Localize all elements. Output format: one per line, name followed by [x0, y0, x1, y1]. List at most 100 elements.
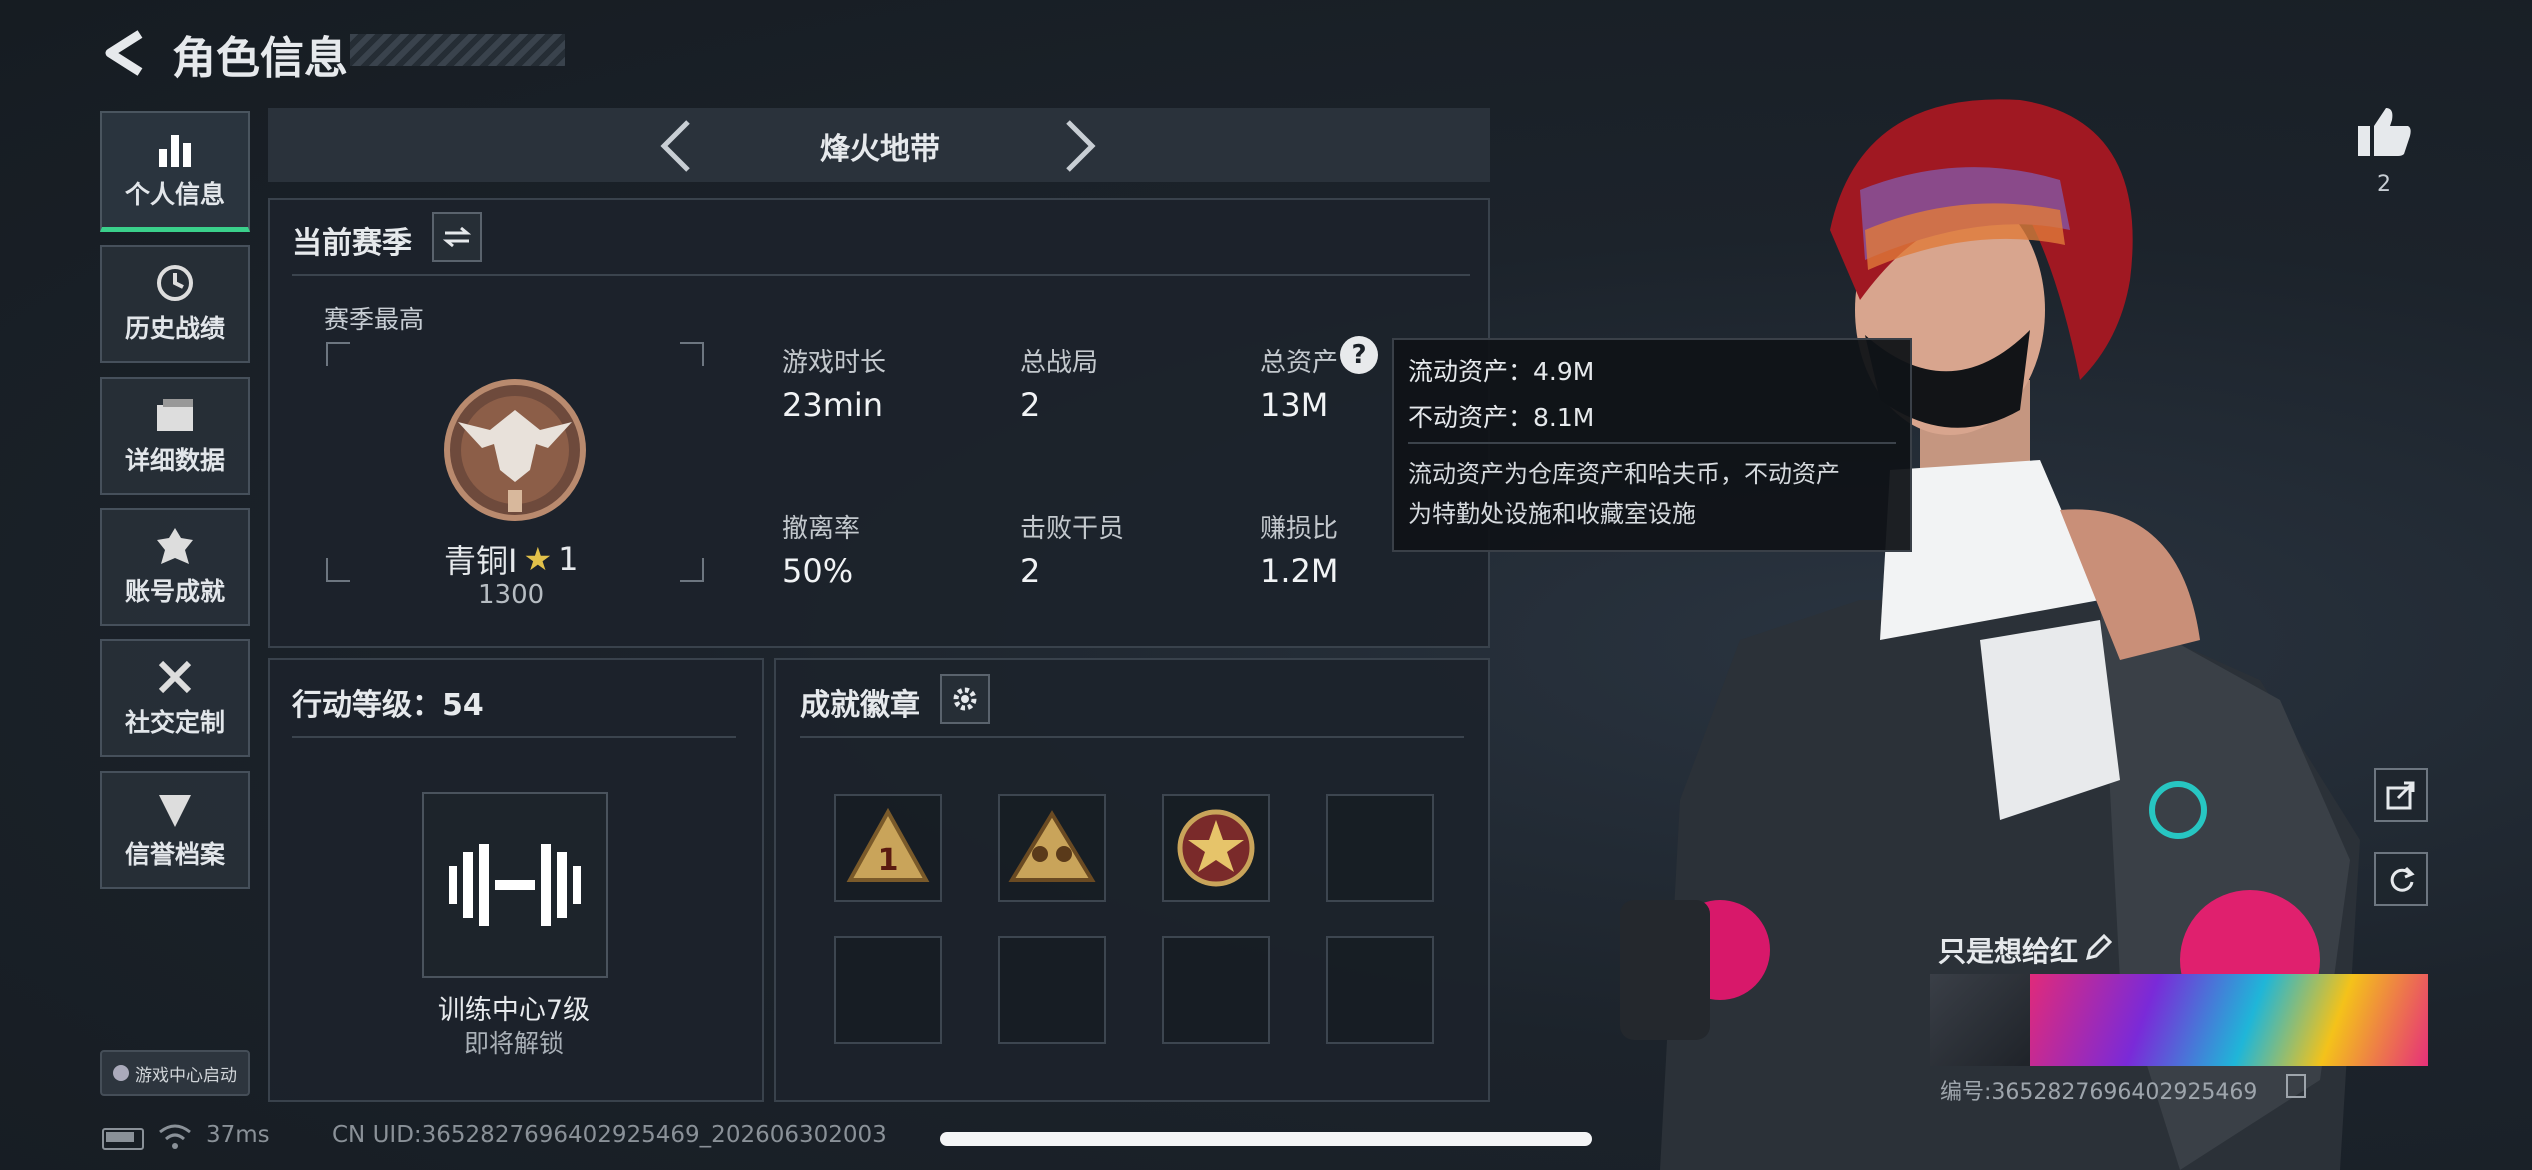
badge-slot[interactable] [998, 794, 1106, 902]
stat-value: 2 [1020, 552, 1041, 590]
achievement-icon [157, 528, 193, 564]
rank-name: 青铜I [444, 542, 518, 580]
sidebar-item-credit[interactable]: 信誉档案 [100, 771, 250, 889]
badge-slot-empty[interactable] [834, 936, 942, 1044]
player-id: 编号:3652827696402925469 [1940, 1080, 2258, 1105]
divider [800, 736, 1464, 738]
bronze-rank-emblem-icon [444, 379, 586, 521]
sidebar-item-label: 详细数据 [124, 446, 225, 475]
star-icon: ★ [523, 540, 553, 578]
sidebar-item-label: 账号成就 [124, 577, 225, 606]
thumbs-up-icon[interactable] [2356, 106, 2412, 158]
training-center-tile[interactable] [422, 792, 608, 978]
training-center-status: 即将解锁 [463, 1029, 564, 1058]
avatar[interactable] [1930, 974, 2030, 1066]
stat-label: 撤离率 [782, 514, 861, 544]
sidebar-item-label: 社交定制 [124, 708, 225, 737]
dumbbell-icon [449, 844, 581, 926]
assets-tooltip: 流动资产：4.9M 不动资产：8.1M 流动资产为仓库资产和哈夫币，不动资产 为… [1392, 338, 1912, 552]
badge-slot[interactable]: 1 [834, 794, 942, 902]
sidebar-item-personal-info[interactable]: 个人信息 [100, 111, 250, 232]
sidebar-item-details[interactable]: 详细数据 [100, 377, 250, 495]
help-icon[interactable]: ? [1340, 336, 1378, 374]
stat-value: 50% [782, 552, 854, 590]
battery-level [106, 1132, 134, 1142]
game-center-button[interactable]: 游戏中心启动 [100, 1050, 250, 1096]
rank-display: 青铜I ★ 1 [444, 536, 579, 582]
swap-icon [443, 226, 471, 248]
ping-text: 37ms [206, 1122, 270, 1148]
game-center-label: 游戏中心启动 [135, 1065, 237, 1086]
stat-value: 13M [1260, 386, 1329, 424]
badge-slot[interactable] [1162, 794, 1270, 902]
player-banner[interactable] [2030, 974, 2428, 1066]
wifi-icon [159, 1124, 191, 1149]
gear-icon [953, 687, 977, 711]
stat-label: 击败干员 [1020, 514, 1125, 544]
frame-corner [326, 342, 350, 366]
sidebar-item-history[interactable]: 历史战绩 [100, 245, 250, 363]
training-center-name: 训练中心7级 [437, 995, 591, 1026]
shield-icon [159, 795, 191, 827]
triangle-one-badge-icon: 1 [846, 807, 930, 882]
uid-text: CN UID:3652827696402925469_202606302003 [332, 1122, 887, 1148]
season-title: 当前赛季 [292, 226, 412, 261]
rank-points: 1300 [478, 580, 545, 610]
badge-slot-empty[interactable] [1326, 936, 1434, 1044]
folder-icon [157, 399, 193, 431]
fixed-assets: 不动资产：8.1M [1408, 403, 1595, 432]
tooltip-desc-line1: 流动资产为仓库资产和哈夫币，不动资产 [1408, 460, 1840, 488]
title-decoration [350, 34, 565, 66]
frame-corner [680, 342, 704, 366]
back-arrow-icon[interactable] [100, 28, 148, 78]
mode-label: 烽火地带 [820, 132, 940, 167]
refresh-icon [2390, 866, 2415, 892]
frame-corner [326, 558, 350, 582]
sidebar-item-label: 个人信息 [124, 180, 225, 209]
tooltip-desc-line2: 为特勤处设施和收藏室设施 [1408, 500, 1696, 528]
stat-value: 1.2M [1260, 552, 1339, 590]
achievements-title: 成就徽章 [800, 688, 920, 723]
stat-label: 总资产 [1260, 348, 1339, 378]
stat-label: 游戏时长 [782, 348, 887, 378]
share-icon [2386, 781, 2415, 810]
season-best-label: 赛季最高 [324, 305, 425, 334]
season-switch-button[interactable] [432, 212, 482, 262]
divider [292, 274, 1470, 276]
chevron-right-icon[interactable] [1062, 118, 1098, 174]
stat-label: 总战局 [1020, 348, 1099, 378]
copy-icon[interactable] [2286, 1074, 2306, 1098]
share-button[interactable] [2374, 768, 2428, 822]
stat-value: 23min [782, 386, 884, 424]
battery-icon [102, 1128, 144, 1150]
badge-slot-empty[interactable] [1326, 794, 1434, 902]
svg-text:1: 1 [878, 843, 899, 878]
sidebar-item-label: 信誉档案 [124, 840, 225, 869]
sidebar-item-social[interactable]: 社交定制 [100, 639, 250, 757]
liquid-assets: 流动资产：4.9M [1408, 357, 1595, 386]
sidebar-item-achievements[interactable]: 账号成就 [100, 508, 250, 626]
sidebar-item-label: 历史战绩 [124, 314, 225, 343]
stat-label: 赚损比 [1260, 514, 1339, 544]
home-indicator[interactable] [940, 1132, 1592, 1146]
action-level-title: 行动等级：54 [292, 688, 484, 723]
chevron-left-icon[interactable] [658, 118, 694, 174]
page-title: 角色信息 [172, 33, 348, 84]
star-medal-badge-icon [1177, 809, 1255, 887]
badge-slot-empty[interactable] [998, 936, 1106, 1044]
player-name: 只是想给红 [1938, 935, 2079, 968]
divider [1408, 442, 1896, 444]
refresh-button[interactable] [2374, 852, 2428, 906]
edit-pencil-icon[interactable] [2084, 934, 2112, 962]
stat-value: 2 [1020, 386, 1041, 424]
achievement-settings-button[interactable] [940, 674, 990, 724]
rank-stars: 1 [558, 540, 579, 578]
squad-badge-icon [1008, 810, 1096, 882]
bar-chart-icon [159, 135, 191, 167]
divider [292, 736, 736, 738]
qq-icon [113, 1065, 129, 1081]
badge-slot-empty[interactable] [1162, 936, 1270, 1044]
frame-corner [680, 558, 704, 582]
clock-icon [157, 265, 193, 301]
tools-icon [158, 660, 192, 694]
